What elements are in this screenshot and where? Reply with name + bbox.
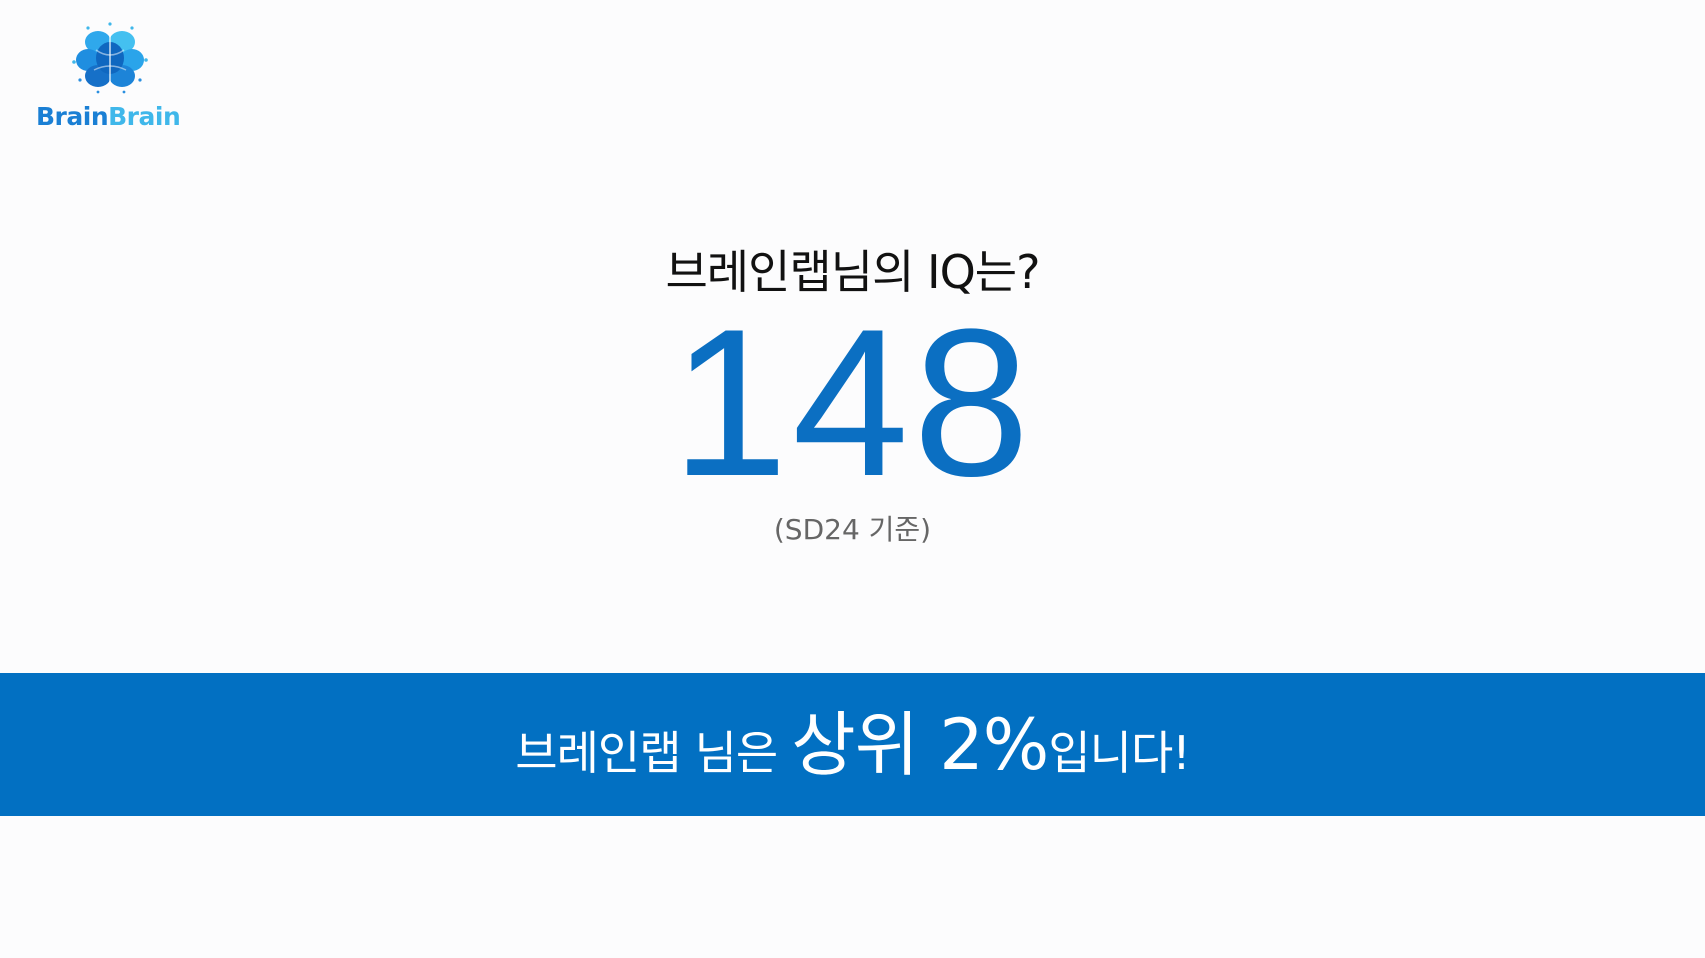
banner-rank: 상위 2% [791,704,1049,786]
banner-ending: 입니다! [1048,726,1190,780]
banner-suffix: 님은 [694,726,779,780]
banner-name: 브레인랩 [515,726,681,780]
iq-score: 148 [671,285,1034,520]
score-standard-note: (SD24 기준) [773,513,932,546]
rank-banner: 브레인랩 님은 상위 2%입니다! [0,673,1705,816]
logo-wordmark: BrainBrain [36,102,181,131]
result-page: BrainBrain 브레인랩님의 IQ는? 148 (SD24 기준) 브레인… [0,0,1705,958]
brain-icon [72,22,148,94]
brainbrain-logo[interactable]: BrainBrain [36,20,181,135]
